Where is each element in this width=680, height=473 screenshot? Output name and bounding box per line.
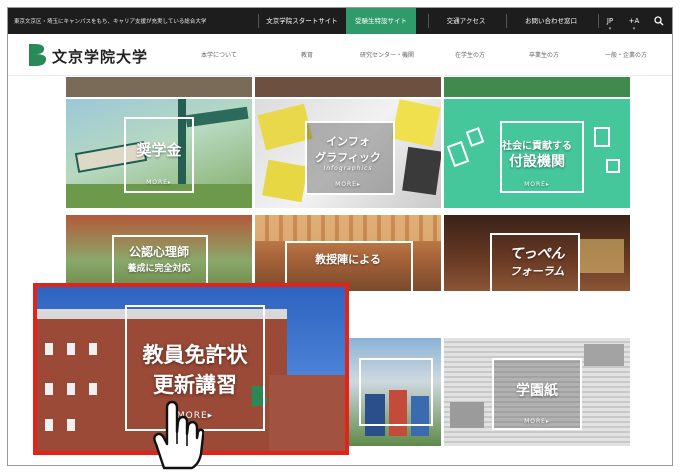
nav-item-education[interactable]: 教育	[301, 50, 313, 59]
language-button[interactable]: JP ▾	[598, 8, 622, 34]
newspaper-photo	[584, 344, 624, 366]
exam-site-link[interactable]: 受験生特設サイト	[346, 8, 416, 34]
tile-title: 養成に完全対応	[127, 264, 191, 274]
tile-lectures[interactable]: 教授陣による	[255, 215, 441, 291]
tile-title: 奨学金	[136, 141, 182, 159]
font-size-button[interactable]: +A ▾	[622, 8, 646, 34]
chevron-down-icon: ▾	[632, 26, 636, 32]
search-button[interactable]	[646, 8, 672, 34]
tile-newspaper[interactable]: 学園紙 MORE▸	[444, 338, 630, 446]
tile-psychologist[interactable]: 公認心理師 養成に完全対応	[66, 215, 252, 291]
window	[67, 343, 75, 355]
tile-scholarship[interactable]: 奨学金 MORE▸	[66, 99, 252, 208]
nav-item-public[interactable]: 一般・企業の方	[605, 50, 647, 59]
nav-item-students[interactable]: 在学生の方	[455, 50, 485, 59]
hand-pointer-icon	[153, 400, 204, 470]
more-link[interactable]: MORE▸	[444, 418, 630, 425]
chevron-down-icon: ▾	[608, 26, 612, 32]
university-logo-icon[interactable]	[26, 42, 48, 68]
access-link[interactable]: 交通アクセス	[428, 8, 504, 34]
tile-infographics[interactable]: インフォ グラフィック Infographics MORE▸	[255, 99, 441, 208]
more-link[interactable]: MORE▸	[255, 181, 441, 188]
more-link[interactable]: MORE▸	[444, 181, 630, 188]
nav-item-about[interactable]: 本学について	[201, 50, 237, 59]
window	[45, 419, 53, 431]
nav-item-alumni[interactable]: 卒業生の方	[529, 50, 559, 59]
tile-title: 社会に貢献する	[502, 141, 572, 152]
nav-item-research[interactable]: 研究センター・機関	[360, 50, 414, 59]
tile-title: フォーラム	[509, 265, 565, 278]
site-header: 文京学院大学 本学について 教育 研究センター・機関 在学生の方 卒業生の方 一…	[8, 34, 672, 76]
top-utility-bar: 東京文京区・埼玉にキャンパスをもち、キャリア支援が充実している総合大学 文京学院…	[8, 8, 672, 34]
font-size-label: +A	[628, 17, 640, 25]
window	[89, 343, 97, 355]
building	[269, 375, 345, 451]
contact-link[interactable]: お問い合わせ窓口	[506, 8, 596, 34]
window	[67, 419, 75, 431]
start-site-link[interactable]: 文京学院スタートサイト	[260, 8, 344, 34]
tile-title: インフォ	[326, 135, 370, 148]
ceiling	[255, 215, 441, 241]
tile-title: 学園紙	[516, 383, 558, 399]
tile-institutions[interactable]: 社会に貢献する 付設機関 MORE▸	[444, 99, 630, 208]
window	[45, 383, 53, 395]
tile-strip	[66, 77, 252, 97]
language-label: JP	[606, 17, 614, 25]
tile-forum[interactable]: てっぺん フォーラム	[444, 215, 630, 291]
search-icon	[654, 16, 664, 26]
tile-strip	[255, 77, 441, 97]
tile-title: グラフィック	[315, 151, 381, 164]
tile-frame	[359, 358, 433, 426]
tile-title: 付設機関	[509, 154, 565, 170]
divider	[258, 14, 259, 28]
tile-subtitle: Infographics	[323, 165, 373, 172]
window	[89, 383, 97, 395]
university-name[interactable]: 文京学院大学	[52, 46, 148, 67]
window	[67, 383, 75, 395]
tile-strip	[444, 77, 630, 97]
street-sign	[185, 106, 249, 128]
site-tagline: 東京文京区・埼玉にキャンパスをもち、キャリア支援が充実している総合大学	[14, 19, 207, 25]
featured-title: 更新講習	[153, 373, 237, 397]
tile-title: てっぺん	[509, 246, 565, 262]
tile-title: 公認心理師	[128, 245, 189, 259]
featured-title: 教員免許状	[142, 343, 248, 367]
window	[45, 343, 53, 355]
more-link[interactable]: MORE▸	[66, 179, 252, 186]
tile-title: 教授陣による	[315, 253, 381, 266]
